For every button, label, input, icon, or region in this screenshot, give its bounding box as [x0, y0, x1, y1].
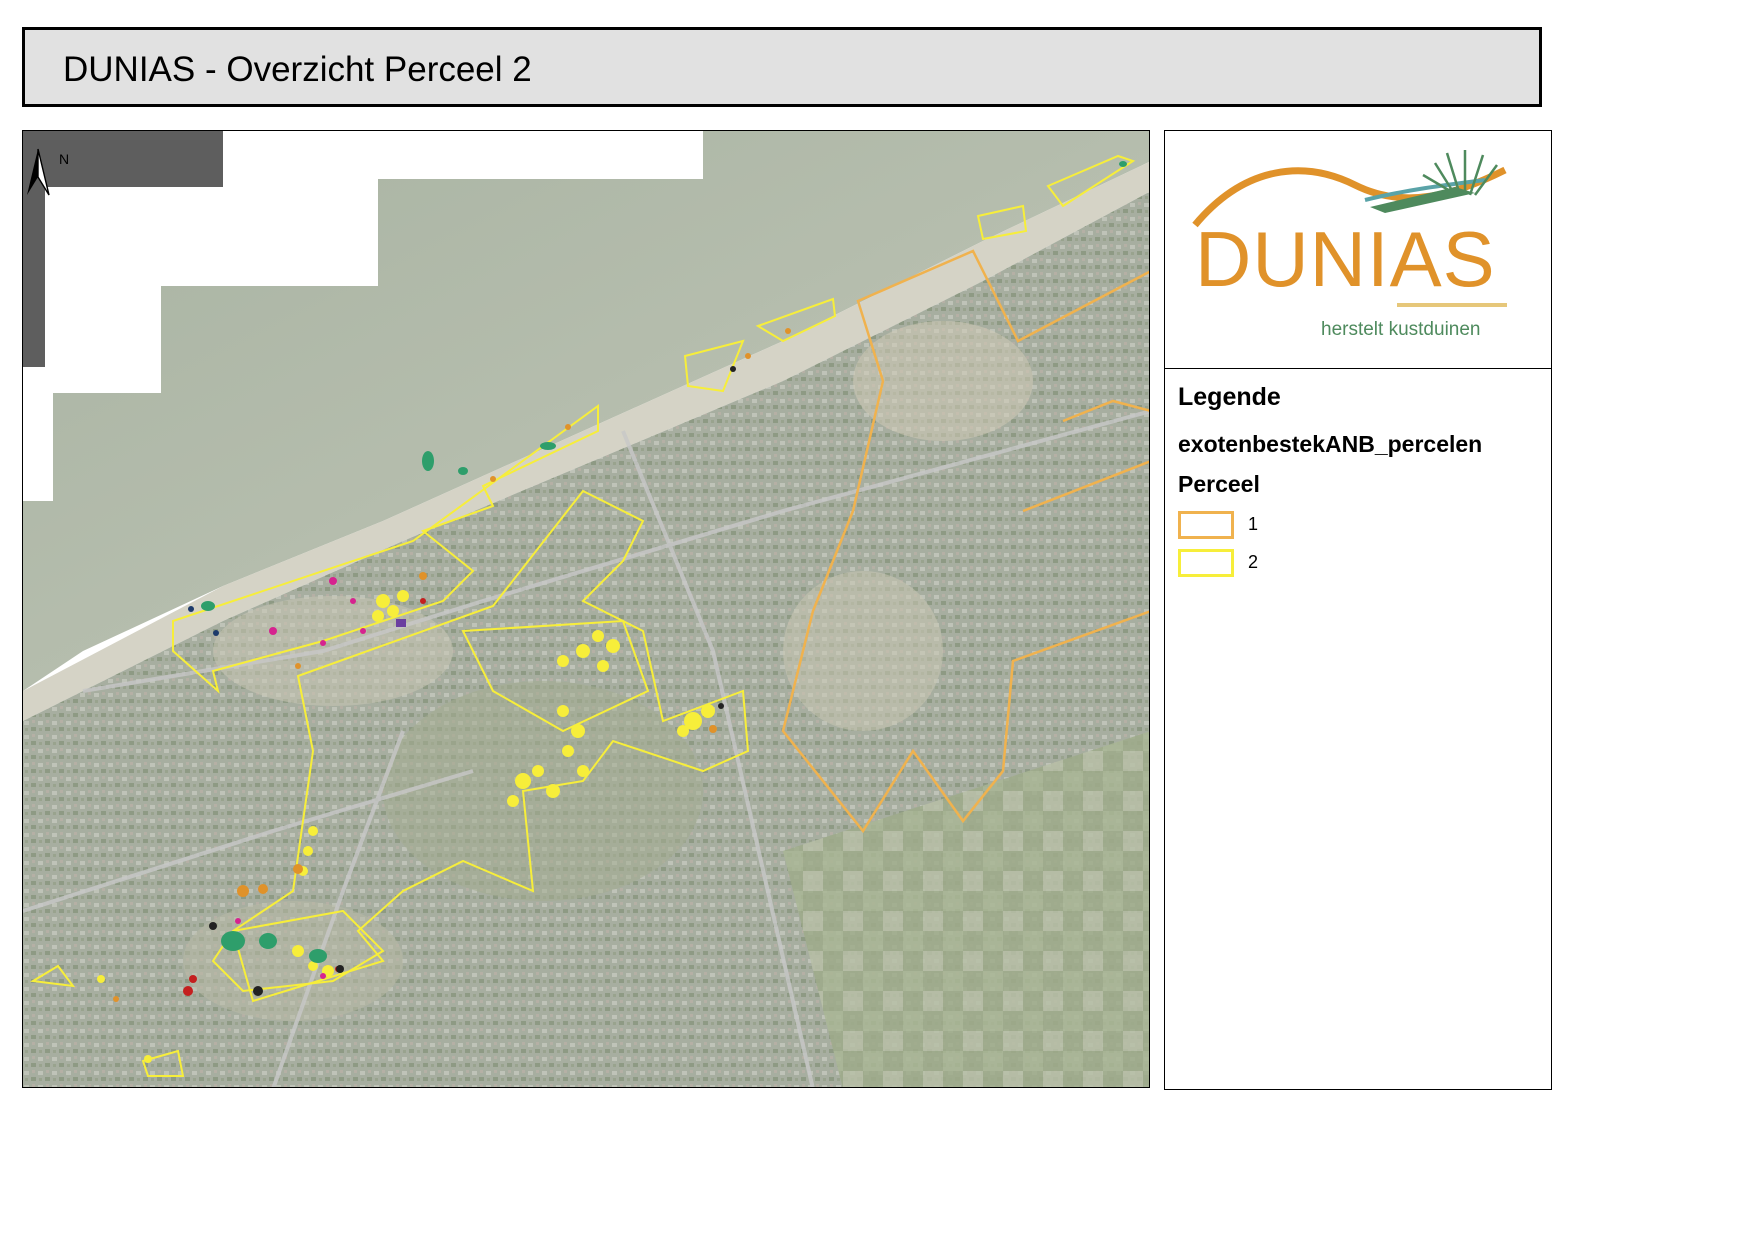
map-title: DUNIAS - Overzicht Perceel 2	[63, 50, 532, 89]
map-canvas[interactable]	[23, 131, 1150, 1088]
north-label: N	[59, 151, 70, 167]
map-frame[interactable]: N	[22, 130, 1150, 1088]
legend-label-2: 2	[1248, 552, 1259, 572]
logo-underline	[1397, 303, 1507, 307]
legend-title: Legende	[1178, 383, 1281, 411]
title-bar: DUNIAS - Overzicht Perceel 2	[22, 27, 1542, 107]
legend-swatch-1	[1178, 511, 1234, 539]
legend-field-name: Perceel	[1178, 471, 1260, 497]
north-arrow-icon	[27, 148, 50, 196]
side-panel: DUNIAS herstelt kustduinen Legende exote…	[1164, 130, 1552, 1090]
logo-wordmark: DUNIAS	[1195, 215, 1496, 303]
legend-layer-name: exotenbestekANB_percelen	[1178, 431, 1483, 457]
legend-label-1: 1	[1248, 514, 1259, 534]
logo-tagline: herstelt kustduinen	[1321, 319, 1481, 340]
logo-box: DUNIAS herstelt kustduinen	[1165, 131, 1551, 369]
legend-swatch-2	[1178, 549, 1234, 577]
